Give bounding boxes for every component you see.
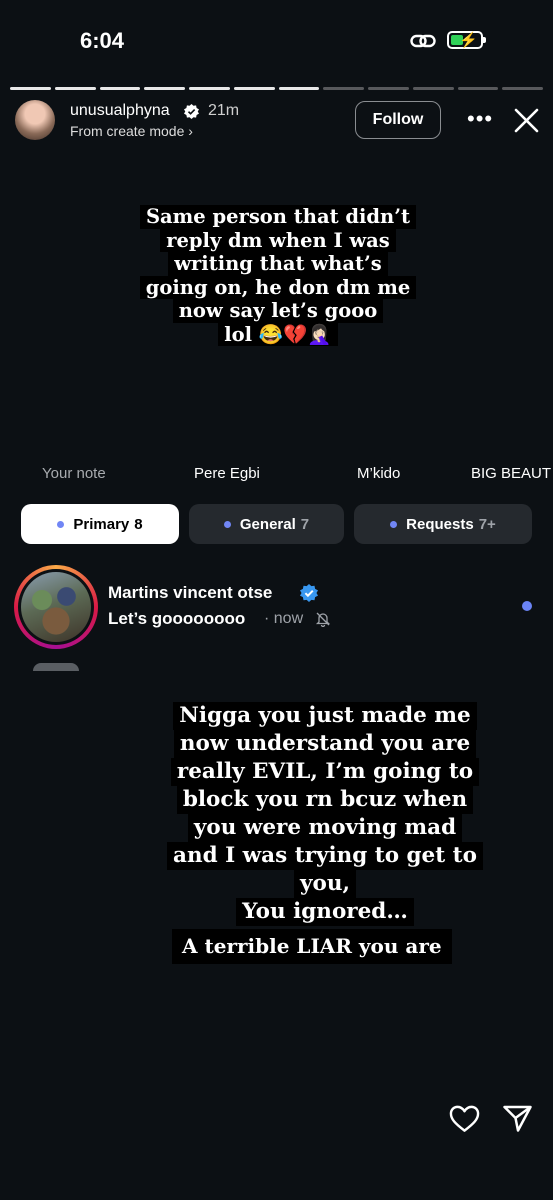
tab-primary-count: 8 [134, 515, 143, 533]
progress-segment [10, 87, 51, 90]
progress-segment [323, 87, 364, 90]
next-dm-avatar [33, 663, 79, 671]
more-options-icon[interactable]: ••• [467, 106, 493, 132]
tab-dot [223, 520, 231, 528]
caption-line: and I was trying to get to [167, 842, 483, 870]
close-icon[interactable] [513, 107, 540, 139]
caption-line: You ignored… [236, 898, 414, 926]
caption-line: block you rn bcuz when [176, 786, 474, 814]
tab-dot [390, 520, 398, 528]
battery-charging-icon: ⚡ [447, 31, 486, 49]
caption-line: going on, he don dm me [139, 275, 417, 299]
story-caption-middle: Nigga you just made me now understand you… [145, 702, 505, 926]
follow-button[interactable]: Follow [355, 101, 441, 139]
story-age: 21m [208, 102, 240, 119]
status-time: 6:04 [80, 28, 125, 53]
caption-line: Same person that didn’t [139, 205, 417, 229]
progress-segment [144, 87, 185, 90]
story-username[interactable]: unusualphyna [70, 102, 170, 120]
caption-line: you were moving mad [187, 814, 463, 842]
caption-line: Nigga you just made me [173, 702, 477, 730]
verified-badge-icon [184, 104, 199, 119]
note-big-beaut[interactable]: BIG BEAUT [471, 465, 551, 482]
unread-dot [522, 601, 532, 611]
tab-requests-count: 7+ [478, 515, 496, 533]
story-caption-top: Same person that didn’t reply dm when I w… [118, 205, 438, 346]
tab-requests[interactable]: Requests 7+ [354, 504, 532, 544]
caption-line: now say let’s gooo [172, 299, 384, 323]
heart-icon[interactable] [449, 1104, 480, 1138]
progress-segment [412, 87, 454, 90]
note-pere-egbi[interactable]: Pere Egbi [194, 465, 260, 482]
caption-line: really EVIL, I’m going to [170, 758, 480, 786]
progress-segment [99, 87, 141, 90]
verified-badge-icon [300, 584, 318, 602]
caption-line: writing that what’s [168, 252, 388, 276]
send-icon[interactable] [502, 1104, 533, 1138]
caption-line: lol 😂💔🤦🏻‍♀️ [218, 322, 338, 346]
caption-line: reply dm when I was [160, 228, 396, 252]
caption-line: A terrible LIAR you are [172, 929, 452, 964]
link-icon [410, 31, 436, 56]
create-mode-link[interactable]: From create mode › [70, 123, 193, 139]
progress-segment [233, 87, 275, 90]
dm-contact-name[interactable]: Martins vincent otse [108, 583, 272, 603]
dm-avatar[interactable] [21, 572, 91, 642]
story-progress-bar [10, 87, 543, 90]
progress-segment [54, 87, 96, 90]
dm-last-message: Let’s goooooooo [108, 609, 246, 628]
dm-timestamp: · now [264, 610, 304, 627]
tab-primary[interactable]: Primary 8 [21, 504, 179, 544]
progress-segment [278, 87, 320, 90]
tab-general-label: General [239, 515, 296, 533]
caption-line: you, [294, 870, 356, 898]
bell-slash-icon [315, 611, 331, 632]
story-caption-bottom: A terrible LIAR you are [172, 929, 452, 964]
progress-segment [368, 87, 409, 90]
progress-segment [502, 87, 543, 90]
tab-requests-label: Requests [406, 515, 474, 533]
note-your-note[interactable]: Your note [42, 465, 106, 482]
note-mkido[interactable]: M’kido [357, 465, 400, 482]
caption-line: now understand you are [173, 730, 477, 758]
story-author-avatar[interactable] [15, 100, 55, 140]
tab-general-count: 7 [300, 515, 310, 533]
tab-dot [57, 520, 65, 528]
tab-general[interactable]: General 7 [189, 504, 344, 544]
tab-primary-label: Primary [73, 515, 130, 533]
progress-segment [457, 87, 499, 90]
progress-segment [189, 87, 230, 90]
